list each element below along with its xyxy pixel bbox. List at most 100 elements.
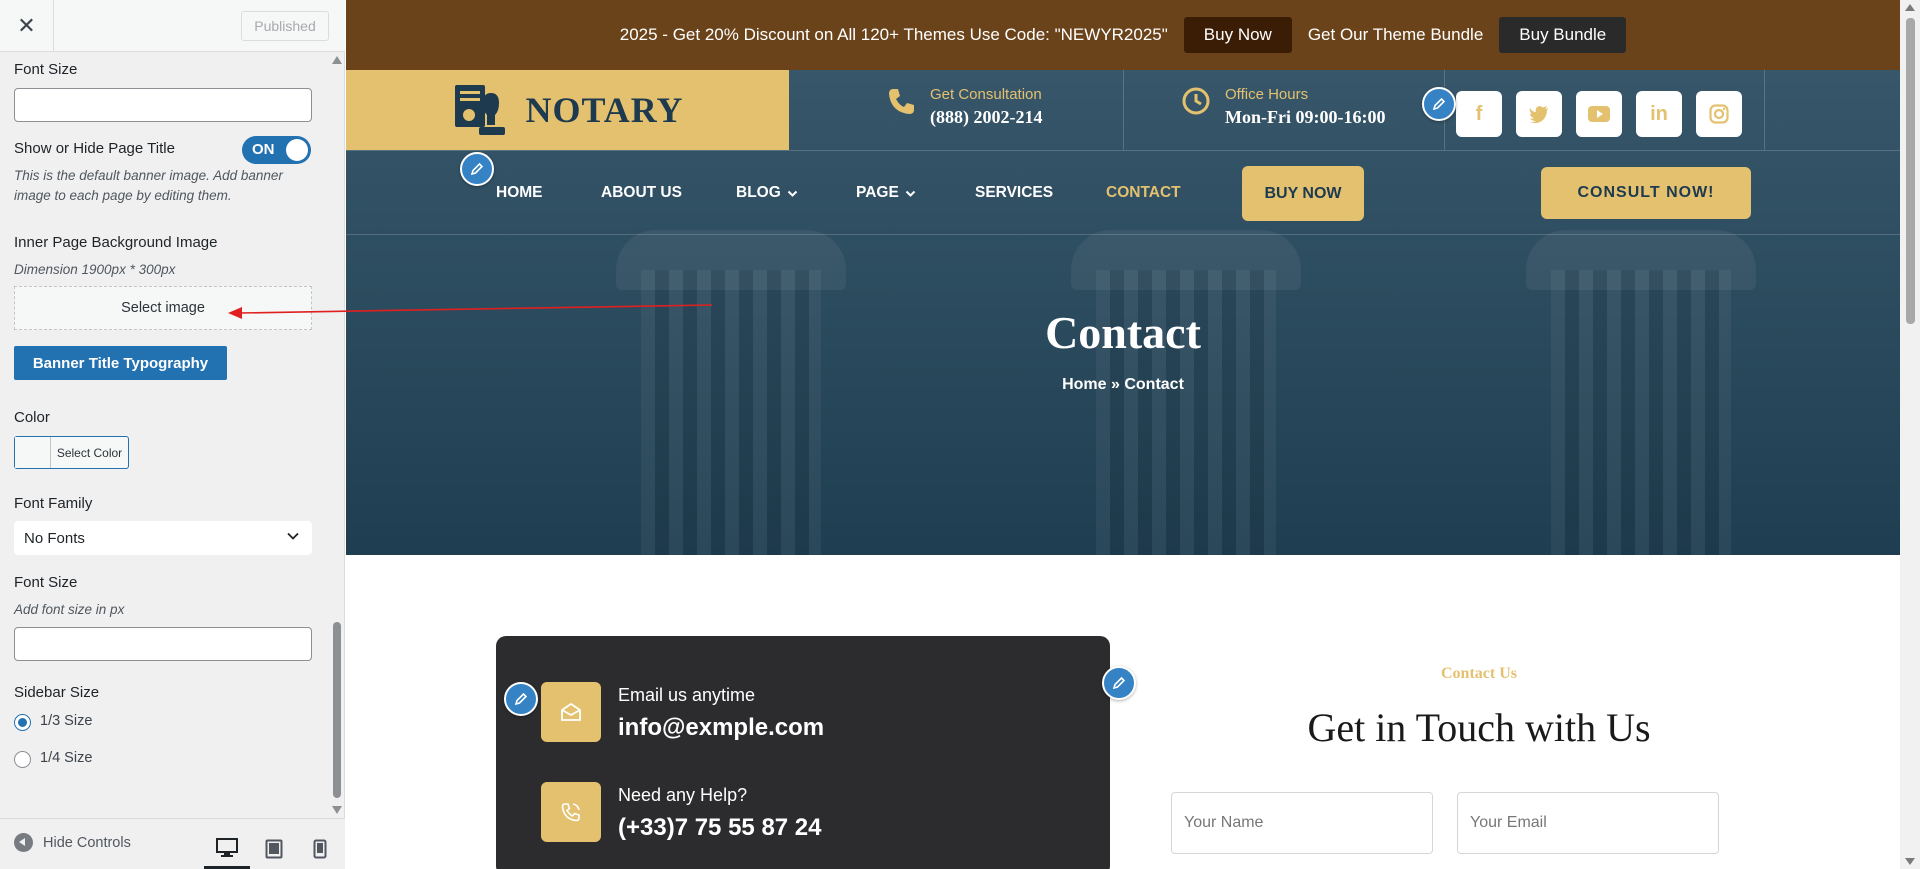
youtube-icon[interactable] — [1576, 91, 1622, 137]
your-name-input[interactable]: Your Name — [1171, 792, 1433, 854]
tablet-preview-button[interactable] — [251, 829, 297, 869]
toggle-state-label: ON — [252, 141, 275, 158]
notary-logo-icon — [455, 85, 506, 135]
customizer-panel: ✕ Published Font Size Show or Hide Page … — [0, 0, 345, 869]
sidebar-size-label: Sidebar Size — [14, 684, 100, 701]
scroll-down-icon[interactable] — [332, 806, 342, 814]
font-size-input[interactable] — [14, 627, 312, 661]
nav-label: CONTACT — [1106, 184, 1181, 201]
chevron-down-icon — [905, 190, 915, 197]
breadcrumb[interactable]: Home » Contact — [346, 376, 1900, 394]
font-size-top-label: Font Size — [14, 61, 78, 78]
phone-ring-icon — [541, 782, 601, 842]
show-hide-title-label: Show or Hide Page Title — [14, 140, 175, 157]
clock-icon — [1182, 87, 1210, 115]
select-color-button[interactable]: Select Color — [14, 436, 129, 469]
published-button[interactable]: Published — [241, 11, 329, 41]
nav-services[interactable]: SERVICES — [975, 184, 1053, 202]
page-title-toggle[interactable]: ON — [242, 136, 311, 164]
desktop-preview-button[interactable] — [204, 829, 250, 869]
contact-us-eyebrow: Contact Us — [1441, 665, 1517, 682]
scroll-up-icon[interactable] — [332, 56, 342, 64]
customizer-scrollbar[interactable] — [330, 52, 344, 818]
sidebar-size-radio-quarter[interactable] — [14, 751, 31, 768]
logo-text: NOTARY — [525, 90, 684, 130]
default-banner-description: This is the default banner image. Add ba… — [14, 168, 283, 203]
preview-scrollbar[interactable] — [1900, 0, 1920, 869]
chevron-down-icon — [787, 190, 797, 197]
collapse-icon — [14, 833, 33, 852]
linkedin-icon[interactable]: in — [1636, 91, 1682, 137]
page-title: Contact — [1045, 307, 1201, 358]
scrollbar-thumb[interactable] — [333, 622, 341, 798]
consultation-phone[interactable]: (888) 2002-214 — [930, 107, 1042, 128]
help-phone-value[interactable]: (+33)7 75 55 87 24 — [618, 814, 822, 842]
hide-controls-button[interactable]: Hide Controls — [14, 833, 131, 852]
header-divider — [1123, 70, 1124, 150]
color-label: Color — [14, 409, 50, 426]
scroll-down-icon[interactable] — [1905, 858, 1915, 865]
banner-title-typography-button[interactable]: Banner Title Typography — [14, 346, 227, 380]
header-divider-line — [346, 150, 1900, 151]
your-email-input[interactable]: Your Email — [1457, 792, 1719, 854]
font-size-description: Add font size in px — [14, 602, 125, 617]
nav-page[interactable]: PAGE — [856, 184, 916, 202]
site-preview: 2025 - Get 20% Discount on All 120+ Them… — [346, 0, 1900, 869]
nav-label: SERVICES — [975, 184, 1054, 201]
nav-blog[interactable]: BLOG — [736, 184, 798, 202]
hero-banner: NOTARY Get Consultation (888) 2002-214 O… — [346, 70, 1900, 555]
scrollbar-thumb[interactable] — [1906, 18, 1915, 324]
sidebar-size-option-label: 1/3 Size — [40, 713, 93, 729]
nav-label: PAGE — [856, 184, 899, 201]
hide-controls-label: Hide Controls — [43, 834, 131, 851]
nav-label: HOME — [496, 184, 543, 201]
promo-topbar: 2025 - Get 20% Discount on All 120+ Them… — [346, 0, 1900, 70]
consultation-label: Get Consultation — [930, 86, 1042, 103]
consultation-info: Get Consultation (888) 2002-214 — [886, 86, 1042, 128]
desktop-icon — [216, 837, 238, 857]
sidebar-size-option-label: 1/4 Size — [40, 750, 93, 766]
font-family-label: Font Family — [14, 495, 93, 512]
mobile-icon — [313, 839, 327, 859]
edit-shortcut-pencil-icon[interactable] — [504, 682, 538, 716]
dimension-description: Dimension 1900px * 300px — [14, 262, 176, 277]
twitter-icon[interactable] — [1516, 91, 1562, 137]
close-customizer-button[interactable]: ✕ — [0, 0, 54, 52]
tablet-icon — [265, 839, 283, 859]
nav-label: ABOUT US — [601, 184, 682, 201]
scroll-up-icon[interactable] — [1905, 4, 1915, 11]
site-logo[interactable]: NOTARY — [346, 70, 789, 150]
select-color-label: Select Color — [56, 445, 123, 460]
edit-shortcut-pencil-icon[interactable] — [1422, 87, 1456, 121]
help-label: Need any Help? — [618, 785, 748, 805]
header-divider — [1764, 70, 1765, 150]
nav-home[interactable]: HOME — [496, 184, 543, 202]
email-value[interactable]: info@exmple.com — [618, 714, 824, 742]
instagram-icon[interactable] — [1696, 91, 1742, 137]
office-hours-info: Office Hours Mon-Fri 09:00-16:00 — [1181, 86, 1385, 128]
sidebar-size-radio-third[interactable] — [14, 714, 31, 731]
mobile-preview-button[interactable] — [297, 829, 343, 869]
promo-buy-now-button[interactable]: Buy Now — [1183, 17, 1292, 53]
facebook-icon[interactable]: f — [1456, 91, 1502, 137]
nav-buy-now-button[interactable]: BUY NOW — [1242, 166, 1364, 221]
office-hours-value: Mon-Fri 09:00-16:00 — [1225, 107, 1386, 127]
edit-shortcut-pencil-icon[interactable] — [460, 152, 494, 186]
font-size-top-input[interactable] — [14, 88, 312, 122]
contact-heading: Get in Touch with Us — [1307, 705, 1651, 750]
font-family-value: No Fonts — [24, 529, 85, 547]
contact-info-card: Email us anytime info@exmple.com Need an… — [496, 636, 1110, 869]
office-hours-label: Office Hours — [1225, 86, 1309, 103]
color-swatch — [15, 437, 51, 468]
buy-bundle-button[interactable]: Buy Bundle — [1499, 17, 1627, 53]
consult-now-button[interactable]: CONSULT NOW! — [1541, 167, 1751, 219]
email-icon — [541, 682, 601, 742]
edit-shortcut-pencil-icon[interactable] — [1102, 666, 1136, 700]
nav-about-us[interactable]: ABOUT US — [601, 184, 682, 202]
phone-icon — [889, 89, 914, 114]
select-image-button[interactable]: Select image — [14, 286, 312, 330]
chevron-down-icon — [287, 532, 299, 540]
font-family-select[interactable]: No Fonts — [14, 521, 312, 555]
nav-label: BLOG — [736, 184, 781, 201]
nav-contact[interactable]: CONTACT — [1106, 184, 1181, 202]
